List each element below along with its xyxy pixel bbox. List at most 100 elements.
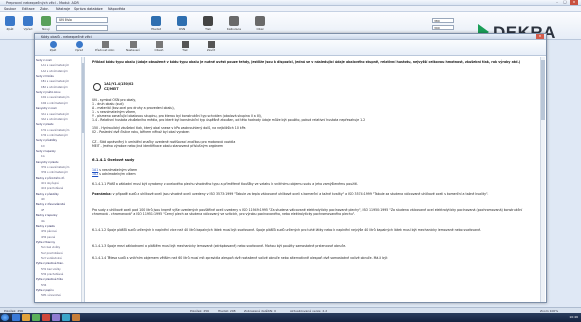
- tree-subitem[interactable]: 1B2 s odnímatelným: [41, 86, 68, 89]
- dialog-exit-button[interactable]: Zavřít: [197, 41, 225, 52]
- tree-item[interactable]: Kanystry z plastu: [36, 161, 58, 164]
- dialog-contents-button[interactable]: Obsah: [145, 41, 173, 52]
- tree-subitem[interactable]: 1H1 s nesnímatelným: [41, 129, 69, 132]
- tree-subitem[interactable]: 5M1 vícevrstvé: [41, 294, 61, 297]
- tree-subitem[interactable]: 3H1 s nesnímatelným: [41, 166, 69, 169]
- tree-subitem[interactable]: 4F: [41, 209, 44, 212]
- tree-item[interactable]: Bedny z překližky: [36, 193, 59, 196]
- un-icon: [177, 16, 187, 26]
- tree-item[interactable]: Sudy z oceli: [36, 59, 52, 62]
- arrow-left-icon: [49, 41, 57, 48]
- menu-sprava-databaze[interactable]: Správa databáze: [74, 7, 103, 11]
- app-title: Prepravní nebezpečných věcí - Modul: ADR: [6, 1, 79, 5]
- tree-subitem[interactable]: 1B1 s nesnímatelným: [41, 80, 69, 83]
- menu-soubor[interactable]: Soubor: [4, 7, 16, 11]
- back-icon: [5, 16, 15, 26]
- code-line-1: 1A1/Y1.4/150/02: [104, 82, 134, 86]
- tree-subitem[interactable]: 1N2 s odnímatelným: [41, 102, 68, 105]
- tree-item[interactable]: Bedny z dřevovláknité: [36, 203, 65, 206]
- paragraph: 6.1.4.1.2 Spoje plášťů sudů určených k n…: [92, 228, 482, 232]
- filter-combo[interactable]: [56, 25, 108, 31]
- dialog-title: Kódy obalů - nebezpečné věci: [41, 35, 92, 39]
- taskbar-app-icon[interactable]: [42, 314, 50, 321]
- dialog-forward-button[interactable]: Vpřed: [65, 41, 93, 52]
- maximize-icon[interactable]: □: [561, 0, 569, 5]
- tree-subitem[interactable]: 5L3 voděodolné: [41, 257, 62, 260]
- tree-subitem[interactable]: 4C1 obyčejné: [41, 182, 59, 185]
- start-button[interactable]: [1, 314, 9, 321]
- right-field-2[interactable]: 390: [432, 25, 454, 30]
- contents-tree[interactable]: 5M1 vícevrstvé Pytle z papíru 5H4 Pytle z p…: [35, 57, 85, 302]
- tree-subitem[interactable]: 1A2 s odnímatelným: [41, 70, 68, 73]
- tree-item[interactable]: Sudy z jiného kovu: [36, 91, 60, 94]
- menu-editace[interactable]: Editace: [22, 7, 35, 11]
- taskbar-app-icon[interactable]: [12, 314, 20, 321]
- tree-subitem[interactable]: 5L2 prachotěsné: [41, 252, 63, 255]
- tree-item[interactable]: Sudy z lepenky: [36, 150, 56, 153]
- tree-item[interactable]: Bedny z lepenky: [36, 214, 57, 217]
- dialog-settings-button[interactable]: Nastavení: [119, 41, 147, 52]
- tree-subitem[interactable]: 1A1 s nesnímatelným: [41, 64, 69, 67]
- tree-subitem[interactable]: 5H1 bez vložky: [41, 268, 61, 271]
- tree-subitem[interactable]: 4H2 pevné: [41, 236, 55, 239]
- tree-subitem[interactable]: 1G: [41, 155, 45, 158]
- contents-icon: [155, 41, 163, 48]
- paragraph: Pro sudy z uhlíkové oceli pod 100 litrů …: [92, 208, 523, 216]
- tree-subitem[interactable]: 4G: [41, 220, 45, 223]
- tree-subitem[interactable]: 1H2 s odnímatelným: [41, 134, 68, 137]
- tree-subitem[interactable]: 1N1 s nesnímatelným: [41, 96, 69, 99]
- tree-subitem[interactable]: 3A2 s odnímatelným: [41, 118, 68, 121]
- content-scrollbar[interactable]: [540, 57, 545, 302]
- taskbar-app-icon[interactable]: [22, 314, 30, 321]
- gear-icon: [129, 41, 137, 48]
- tree-scrollbar-thumb[interactable]: [82, 63, 84, 133]
- package-icon: [255, 16, 265, 26]
- link-1a2-text: s odnímatelným víkem: [99, 172, 136, 176]
- taskbar-clock: 10:46: [569, 315, 578, 319]
- menu-zobrazit[interactable]: Zobr.: [40, 7, 49, 11]
- taskbar-app-icon[interactable]: [52, 314, 60, 321]
- dialog-close-icon[interactable]: ×: [536, 34, 544, 39]
- tree-item[interactable]: Bedny z plastu: [36, 225, 55, 228]
- content-scrollbar-thumb[interactable]: [541, 60, 545, 120]
- tree-item[interactable]: Sudy z hliníku: [36, 75, 54, 78]
- prefs-icon: [101, 41, 109, 48]
- menu-nastroje[interactable]: Nástroje: [56, 7, 70, 11]
- tree-subitem[interactable]: 3A1 s nesnímatelným: [41, 113, 69, 116]
- menu-napoveda[interactable]: Nápověda: [108, 7, 125, 11]
- tree-subitem[interactable]: 5L1 bez vložky: [41, 246, 60, 249]
- dialog-back-button[interactable]: Zpět: [39, 41, 67, 52]
- tree-subitem[interactable]: 3H2 s odnímatelným: [41, 171, 68, 174]
- tree-subitem[interactable]: 4D: [41, 198, 45, 201]
- tree-item[interactable]: Kanystry z oceli: [36, 107, 56, 110]
- taskbar-app-icon[interactable]: [72, 314, 80, 321]
- tree-item[interactable]: Pytle z plastové tkan.: [36, 262, 64, 265]
- tree-item[interactable]: Bedny z přírodního dř.: [36, 177, 65, 180]
- taskbar: 10:46: [0, 313, 581, 322]
- tree-item[interactable]: Pytle z plastové fólie: [36, 278, 63, 281]
- tree-item[interactable]: Sudy z překližky: [36, 139, 57, 142]
- taskbar-app-icon[interactable]: [62, 314, 70, 321]
- search-icon: [151, 16, 161, 26]
- tree-subitem[interactable]: 1D: [41, 145, 45, 148]
- back-button[interactable]: Zpět: [2, 16, 18, 38]
- dialog-prefs-button[interactable]: Přednost zobr.: [91, 41, 119, 52]
- dialog-print-button[interactable]: Tisk: [171, 41, 199, 52]
- print-icon: [181, 41, 189, 48]
- tree-item[interactable]: Pytle z papíru: [36, 289, 54, 292]
- tree-scrollbar[interactable]: [81, 57, 84, 302]
- legend-line: 02 - Poslední dvě číslice roku, během ně…: [92, 130, 190, 134]
- tree-item[interactable]: Pytle z tkaniny: [36, 241, 55, 244]
- link-1a2[interactable]: 1A2: [92, 172, 98, 176]
- tree-subitem[interactable]: 5H2 prachotěsné: [41, 273, 63, 276]
- un-number-combo[interactable]: UN číslo: [56, 17, 108, 23]
- taskbar-app-icon[interactable]: [32, 314, 40, 321]
- tree-subitem[interactable]: 4C2 prachotěsné: [41, 187, 63, 190]
- tree-subitem[interactable]: 4H1 pěnové: [41, 230, 57, 233]
- right-field-1[interactable]: 380: [432, 18, 454, 23]
- tree-subitem[interactable]: 5H4: [41, 284, 46, 287]
- minimize-icon[interactable]: –: [553, 0, 561, 5]
- tree-item[interactable]: Sudy z plastu: [36, 123, 53, 126]
- close-icon[interactable]: ×: [570, 0, 578, 5]
- code-line-2: CZ/MEIT: [104, 87, 119, 91]
